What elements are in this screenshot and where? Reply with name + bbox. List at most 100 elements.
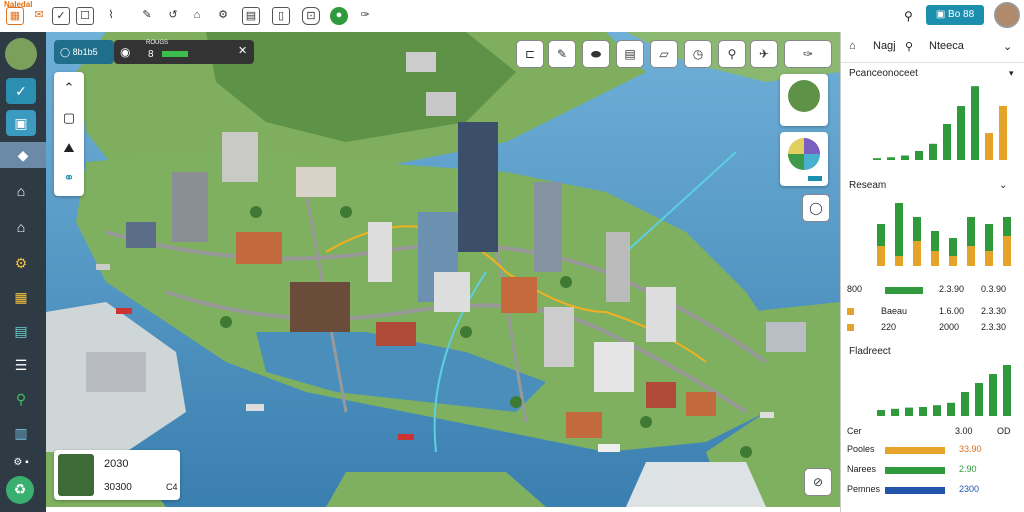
resource-bar-orange <box>949 256 957 266</box>
speed-value: 8 <box>148 49 154 60</box>
play-icon: ▣ <box>935 9 946 20</box>
budget-bar <box>947 402 955 416</box>
stat-row-2: Baeau 1.6.00 2.3.30 <box>847 306 1017 320</box>
list-icon[interactable]: ☰ <box>6 352 36 378</box>
budget-chart <box>877 365 1011 416</box>
collapse-icon[interactable]: ▾ <box>1009 68 1014 79</box>
tank-icon[interactable]: ⊡ <box>302 7 320 25</box>
pause-icon[interactable]: ▤ <box>242 7 260 25</box>
chat-icon[interactable]: ▱ <box>650 40 678 68</box>
collapse-icon[interactable]: ⌄ <box>999 180 1007 191</box>
pin-icon[interactable]: ⚲ <box>904 9 913 23</box>
stat-swatch-2 <box>847 308 854 315</box>
chevron-down-icon[interactable]: ⌄ <box>1003 40 1012 53</box>
budget-value-1: 3.00 <box>955 426 973 436</box>
search-icon[interactable]: ⚲ <box>905 40 913 53</box>
key-icon[interactable]: ✑ <box>784 40 832 68</box>
speed-control[interactable]: ◉ ROUGS 8 ✕ <box>114 40 254 64</box>
resource-bar-orange <box>931 251 939 266</box>
budget-bar <box>905 407 913 416</box>
card-year: 2030 <box>104 458 129 470</box>
refresh-icon[interactable]: ✎ <box>138 7 156 25</box>
compass-icon[interactable]: ◷ <box>684 40 712 68</box>
layers-icon[interactable]: ◆ <box>0 142 46 168</box>
city-map[interactable] <box>46 32 840 507</box>
factory-icon[interactable]: ▥ <box>6 420 36 446</box>
pause-circle-icon[interactable]: ◉ <box>120 45 130 59</box>
speed-label: ROUGS <box>146 40 169 46</box>
calendar-icon[interactable]: ▦ <box>6 7 24 25</box>
budget-bar <box>891 408 899 416</box>
population-bar <box>873 158 881 160</box>
folder-icon[interactable]: ✉ <box>30 7 48 25</box>
population-bar <box>971 86 979 160</box>
poly-icon[interactable]: ⊏ <box>516 40 544 68</box>
settings-icon[interactable]: ⚙ ▪ <box>6 450 36 476</box>
globe-avatar-icon[interactable] <box>5 38 37 70</box>
stat-value-1a: 2.3.90 <box>939 284 965 294</box>
tank-icon[interactable]: ⬬ <box>582 40 610 68</box>
edit-icon[interactable]: ⌇ <box>102 7 120 25</box>
city-info-card[interactable]: 2030 30300 C4 <box>54 450 180 500</box>
close-icon[interactable]: ✕ <box>238 44 247 57</box>
budget-bar <box>975 383 983 416</box>
check-box-icon[interactable]: ✓ <box>6 78 36 104</box>
budget-row-1: Cer 3.00 OD <box>847 426 1017 440</box>
cube-icon[interactable]: ▣ <box>6 110 36 136</box>
resource-bar-orange <box>877 246 885 266</box>
resource-bar-orange <box>1003 236 1011 266</box>
play-button[interactable]: ▣ Bo 88 <box>926 5 984 25</box>
card-badge: C4 <box>166 482 178 492</box>
stat-row-1: 800 2.3.90 0.3.90 <box>847 284 1017 298</box>
terrain-icon[interactable]: ⛰ <box>57 136 81 160</box>
chart-icon[interactable]: ⚙ <box>214 7 232 25</box>
check-icon[interactable]: ✓ <box>52 7 70 25</box>
search-icon[interactable]: ⚲ <box>6 386 36 412</box>
save-icon[interactable]: ▯ <box>272 7 290 25</box>
pie-widget[interactable] <box>780 132 828 186</box>
minimap-globe[interactable] <box>788 80 820 112</box>
select-icon[interactable]: ▢ <box>57 106 81 130</box>
link-icon[interactable]: ☐ <box>76 7 94 25</box>
city-thumbnail <box>58 454 94 496</box>
budget-bar <box>1003 365 1011 416</box>
resource-bar-orange <box>895 256 903 266</box>
city-map-view[interactable]: ◯ 8b1b5 ◉ ROUGS 8 ✕ ⊏ ✎ ⬬ ▤ ▱ ◷ ⚲ ✈ ✑ ◯ … <box>46 32 840 507</box>
map-status-pill[interactable]: ◯ 8b1b5 <box>54 40 114 64</box>
library-icon[interactable]: ▤ <box>6 318 36 344</box>
stat-bar-1 <box>885 287 923 294</box>
grid-icon[interactable]: ▤ <box>616 40 644 68</box>
budget-bar-4 <box>885 487 945 494</box>
chat-bubble-icon[interactable]: ◯ <box>802 194 830 222</box>
speed-bar <box>162 51 188 57</box>
budget-label-2: Pooles <box>847 444 875 454</box>
budget-bar <box>989 374 997 416</box>
budget-label-3: Narees <box>847 464 877 474</box>
play-button-label: Bo 88 <box>948 9 975 20</box>
bookmark-icon[interactable]: ✈ <box>750 40 778 68</box>
recycle-icon[interactable]: ♻ <box>6 476 34 504</box>
globe-icon[interactable]: ⌂ <box>188 7 206 25</box>
stat-label-1: 800 <box>847 284 863 294</box>
card-value: 30300 <box>104 482 132 493</box>
camera-icon[interactable]: ⊘ <box>804 468 832 496</box>
gear-icon[interactable]: ⚙ <box>6 250 36 276</box>
population-bar <box>929 143 937 160</box>
shop-icon[interactable]: ▦ <box>6 284 36 310</box>
chevron-left-icon[interactable]: ⌂ <box>849 40 856 52</box>
link-tool-icon[interactable]: ⚭ <box>57 166 81 190</box>
budget-bar <box>877 410 885 416</box>
stat-label-2: Baeau <box>881 306 908 316</box>
building-icon[interactable]: ↺ <box>164 7 182 25</box>
measure-icon[interactable]: ⌃ <box>57 76 81 100</box>
minimap[interactable] <box>780 74 828 126</box>
population-bar <box>957 106 965 160</box>
pencil-icon[interactable]: ✎ <box>548 40 576 68</box>
avatar[interactable] <box>994 2 1020 28</box>
leaf-icon[interactable]: ● <box>330 7 348 25</box>
tool-icon[interactable]: ✑ <box>356 7 374 25</box>
pin-icon[interactable]: ⚲ <box>718 40 746 68</box>
stat-row-3: 220 2000 2.3.30 <box>847 322 1017 336</box>
house-icon[interactable]: ⌂ <box>6 178 36 204</box>
home-icon[interactable]: ⌂ <box>6 214 36 240</box>
